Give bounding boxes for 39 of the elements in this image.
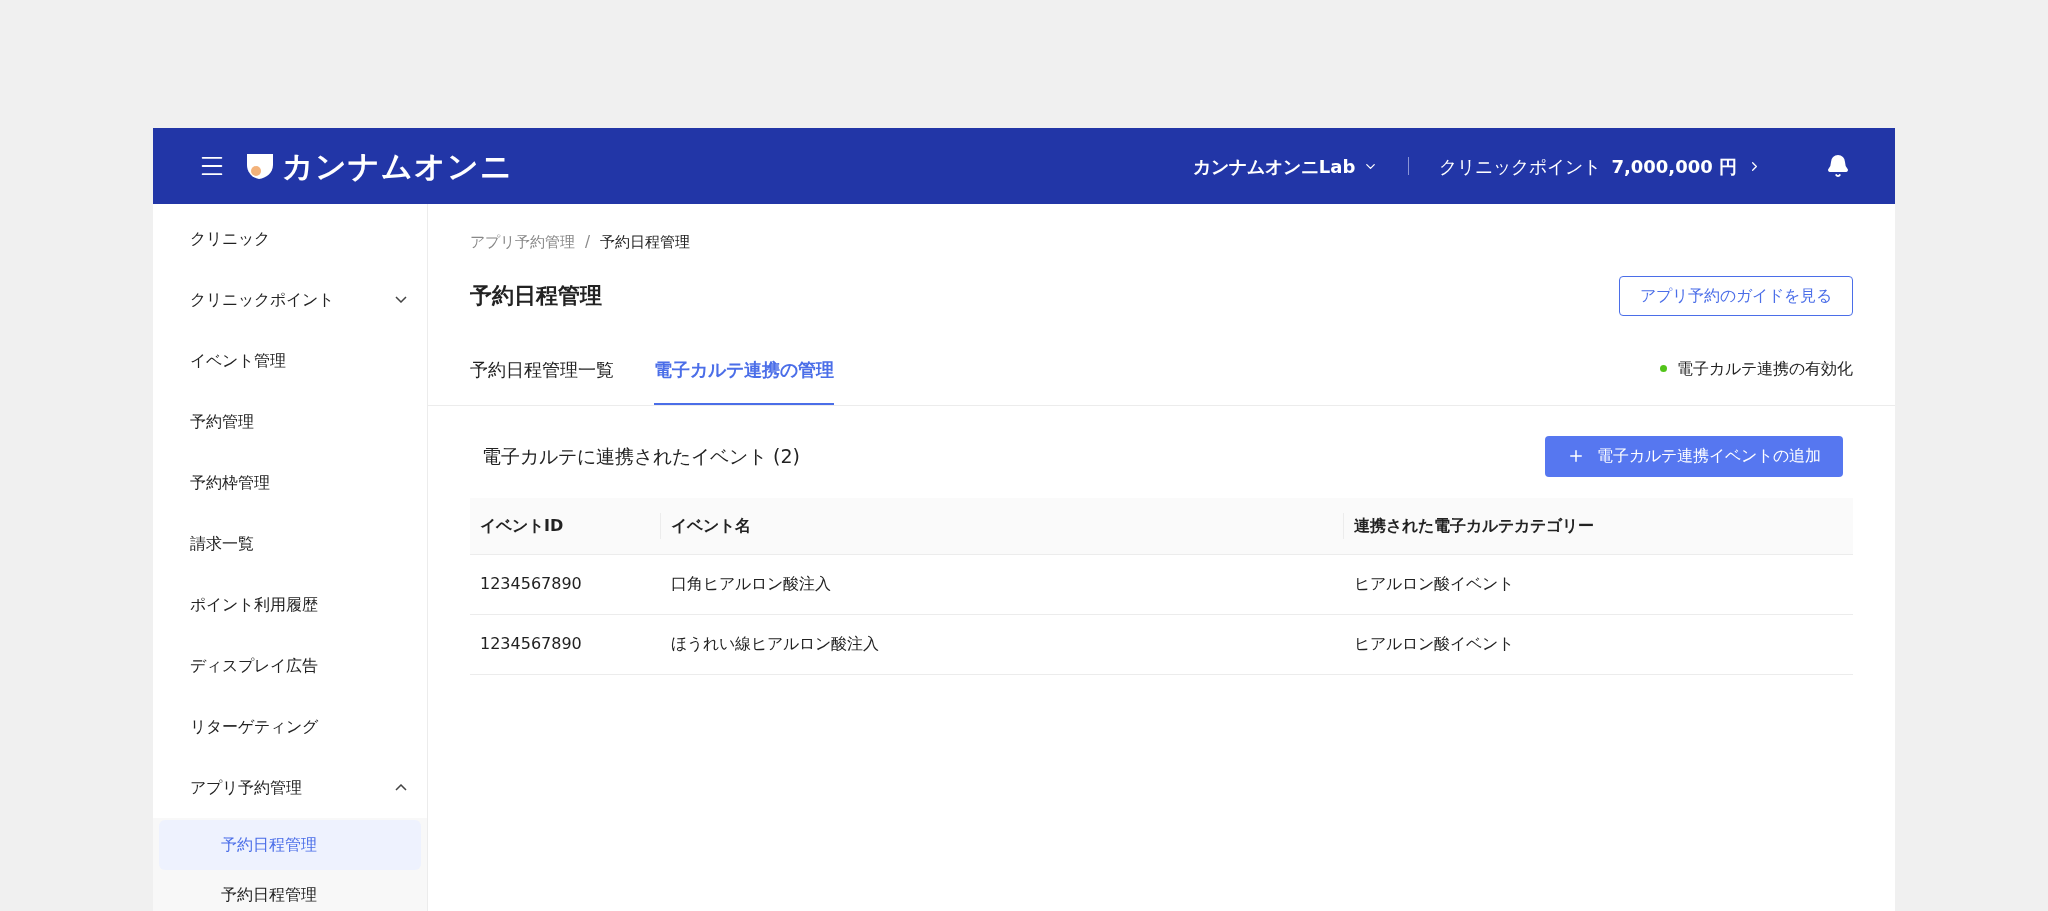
table-cell: 口角ヒアルロン酸注入 — [671, 574, 831, 593]
sidebar-subitem[interactable]: 予約日程管理 — [159, 870, 421, 911]
table-cell: 1234567890 — [480, 634, 582, 653]
breadcrumb-separator: / — [585, 232, 591, 253]
sidebar-item[interactable]: 予約枠管理 — [153, 452, 427, 513]
points-value: 7,000,000 円 — [1611, 154, 1737, 179]
breadcrumb-current: 予約日程管理 — [600, 232, 691, 253]
column-header: イベント名 — [671, 514, 751, 537]
bell-icon[interactable] — [1826, 154, 1850, 178]
sidebar-item[interactable]: イベント管理 — [153, 330, 427, 391]
section-title: 電子カルテに連携されたイベント (2) — [482, 443, 800, 469]
account-dropdown[interactable]: カンナムオンニLab — [1192, 152, 1379, 180]
sidebar-item[interactable]: アプリ予約管理 — [153, 757, 427, 818]
status-label: 電子カルテ連携の有効化 — [1677, 357, 1853, 380]
page-title: 予約日程管理 — [470, 282, 602, 310]
sidebar-item[interactable]: クリニックポイント — [153, 269, 427, 330]
table-cell: 1234567890 — [480, 574, 582, 593]
sidebar-item[interactable]: 予約管理 — [153, 391, 427, 452]
sidebar-item[interactable]: ディスプレイ広告 — [153, 635, 427, 696]
column-header: 連携された電子カルテカテゴリー — [1354, 514, 1594, 537]
plus-icon — [1567, 447, 1585, 465]
sidebar-item[interactable]: 請求一覧 — [153, 513, 427, 574]
guide-button[interactable]: アプリ予約のガイドを見る — [1619, 275, 1853, 316]
logo-text: カンナムオンニ — [282, 146, 513, 186]
column-header: イベントID — [480, 514, 564, 537]
table-cell: ヒアルロン酸イベント — [1354, 634, 1514, 653]
tab[interactable]: 電子カルテ連携の管理 — [654, 355, 834, 405]
tab[interactable]: 予約日程管理一覧 — [470, 355, 614, 405]
table-cell: ヒアルロン酸イベント — [1354, 574, 1514, 593]
points-link[interactable]: クリニックポイント 7,000,000 円 — [1439, 152, 1762, 180]
breadcrumb-link[interactable]: アプリ予約管理 — [470, 231, 575, 254]
logo-icon — [244, 151, 276, 181]
table-cell: ほうれい線ヒアルロン酸注入 — [671, 634, 879, 653]
points-label: クリニックポイント — [1439, 154, 1602, 179]
sidebar-subitem[interactable]: 予約日程管理 — [159, 820, 421, 870]
sidebar-item[interactable]: リターゲティング — [153, 696, 427, 757]
sidebar-item[interactable]: ポイント利用履歴 — [153, 574, 427, 635]
sidebar-item[interactable]: クリニック — [153, 208, 427, 269]
add-event-button[interactable]: 電子カルテ連携イベントの追加 — [1545, 435, 1843, 477]
